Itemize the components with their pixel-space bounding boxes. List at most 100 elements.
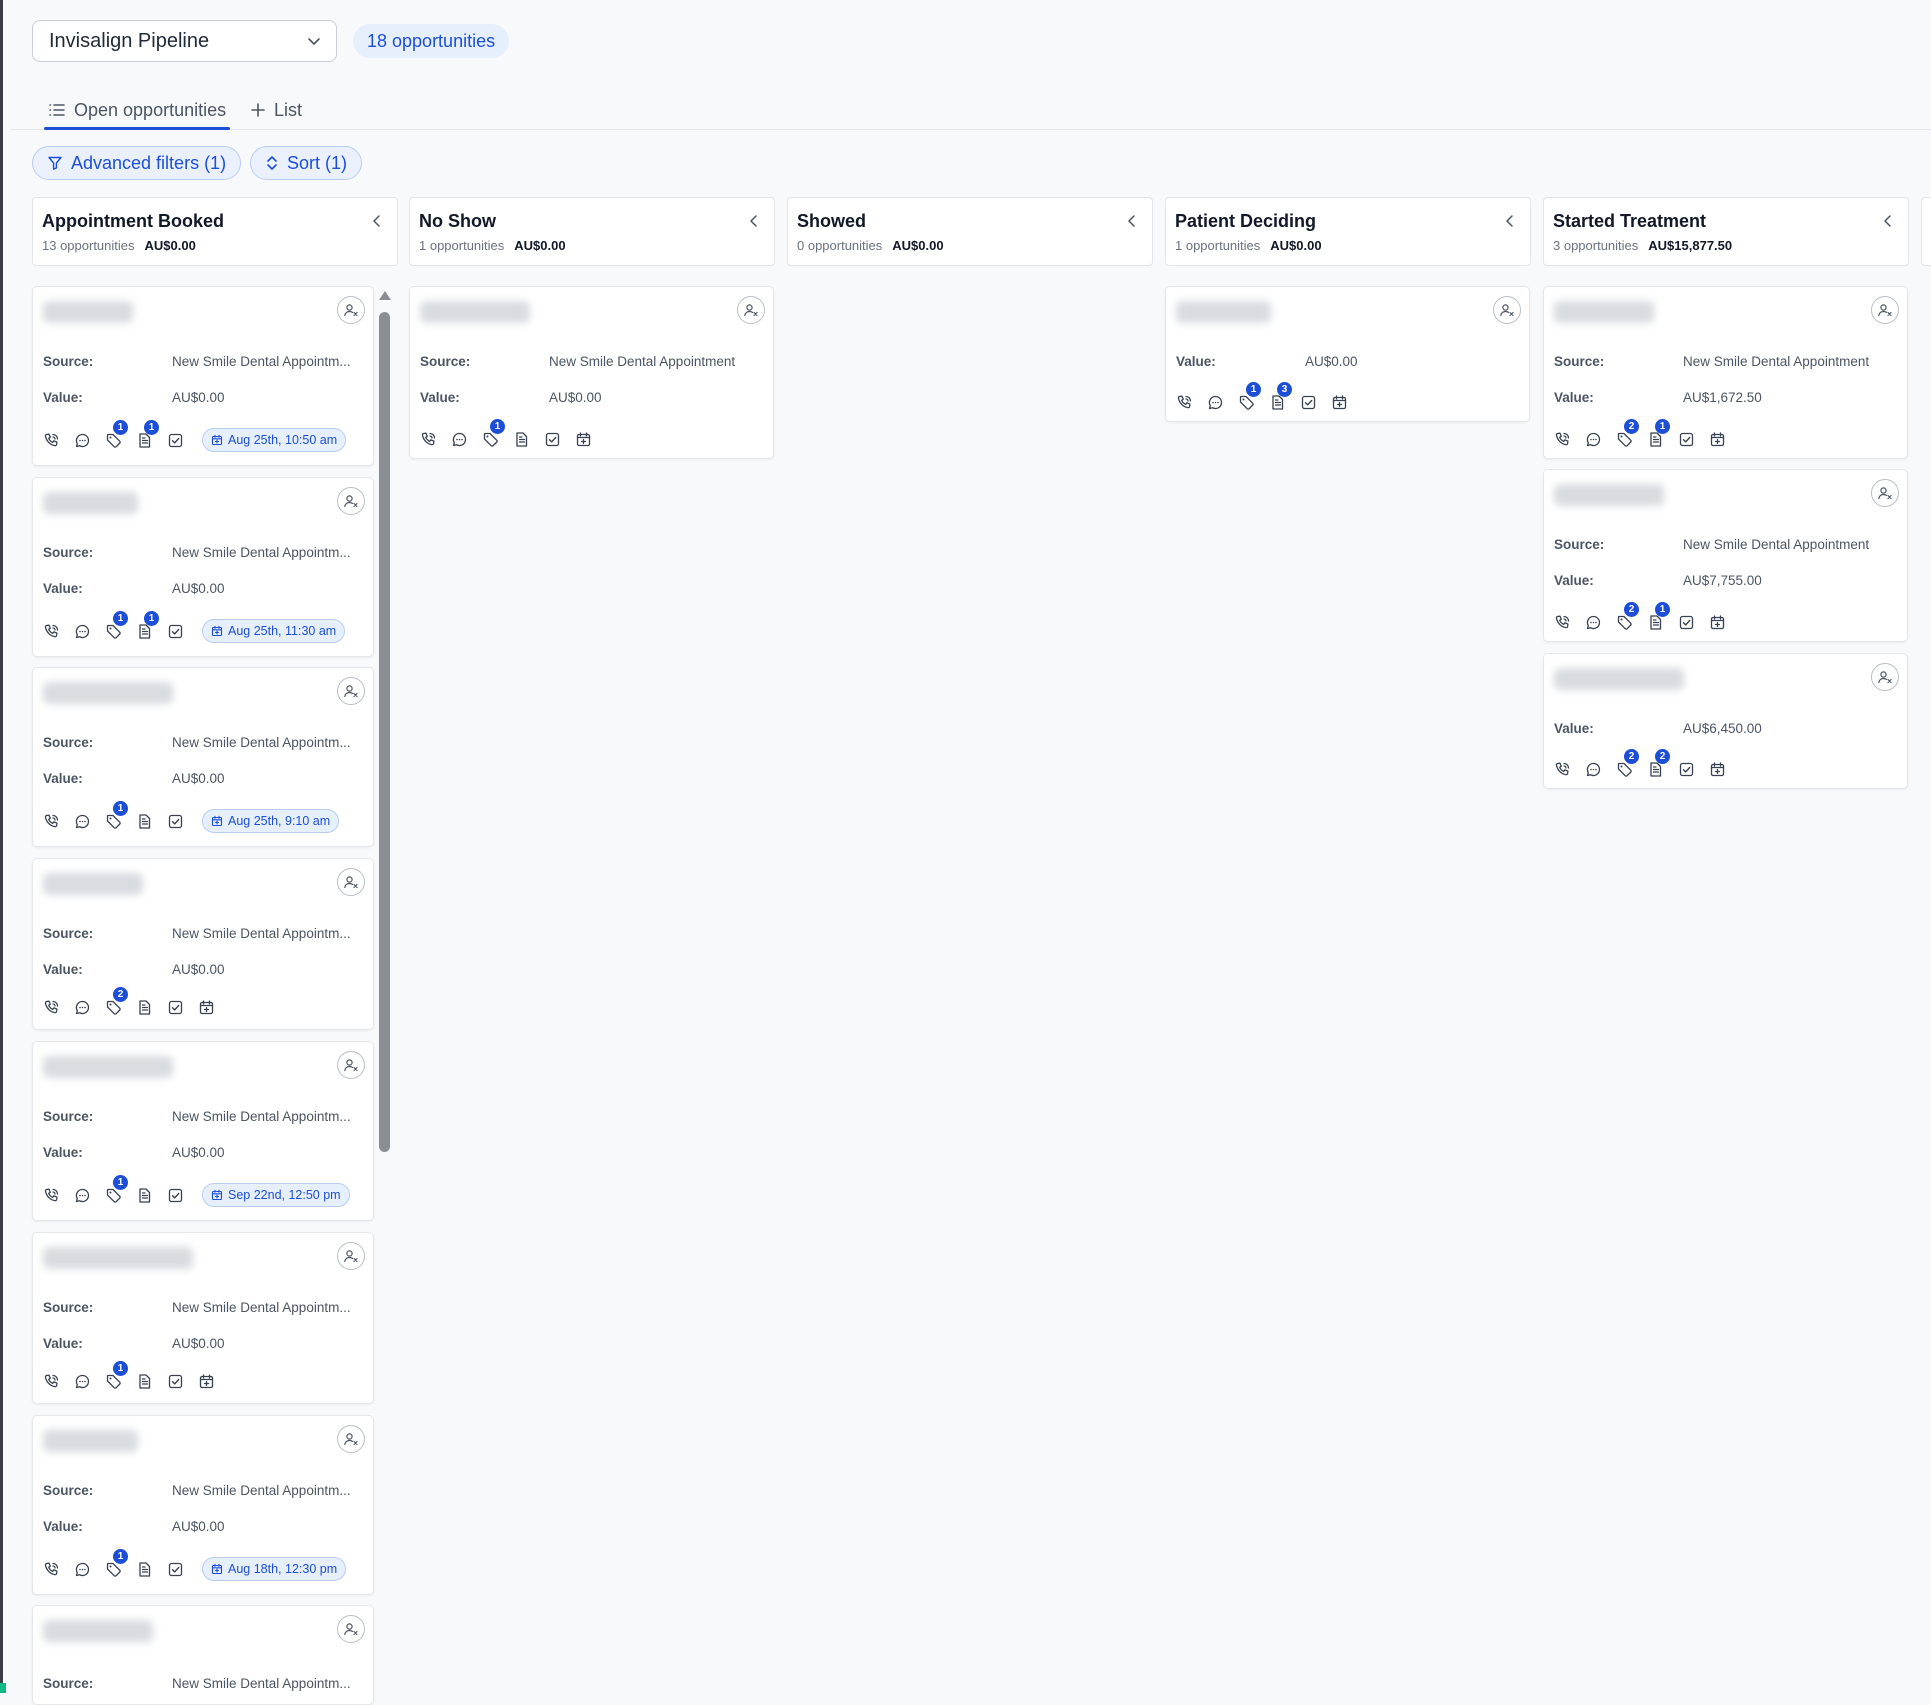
contact-name-redacted[interactable] [1554,668,1684,690]
note-icon[interactable]: 1 [1647,419,1678,450]
opportunity-card[interactable]: Source: New Smile Dental Appointm... Value… [32,1415,374,1595]
contact-name-redacted[interactable] [1554,301,1654,323]
chat-icon[interactable] [1585,611,1616,633]
contact-name-redacted[interactable] [420,301,530,323]
chevron-left-icon[interactable] [1504,214,1516,228]
task-icon[interactable] [167,1184,198,1206]
calendar-add-icon[interactable] [1709,611,1740,633]
sort-button[interactable]: Sort (1) [250,146,363,180]
opportunity-card[interactable]: Source: New Smile Dental Appointment Value… [1543,469,1908,642]
phone-icon[interactable] [43,996,74,1018]
contact-name-redacted[interactable] [43,492,138,514]
assign-user-button[interactable] [737,296,765,324]
assign-user-button[interactable] [337,487,365,515]
tag-icon[interactable]: 1 [1238,382,1269,413]
contact-name-redacted[interactable] [43,1620,153,1642]
contact-name-redacted[interactable] [43,301,133,323]
calendar-add-icon[interactable] [198,996,229,1018]
opportunity-card[interactable]: Source: New Smile Dental Appointm... Value… [32,1232,374,1404]
opportunity-card[interactable]: Source: New Smile Dental Appointm... [32,1605,374,1705]
contact-name-redacted[interactable] [1554,484,1664,506]
chat-icon[interactable] [1585,758,1616,780]
assign-user-button[interactable] [337,677,365,705]
phone-icon[interactable] [1554,611,1585,633]
phone-icon[interactable] [43,810,74,832]
task-icon[interactable] [1678,428,1709,450]
note-icon[interactable]: 3 [1269,382,1300,413]
calendar-add-icon[interactable] [1709,428,1740,450]
assign-user-button[interactable] [1871,663,1899,691]
contact-name-redacted[interactable] [43,682,173,704]
opportunity-card[interactable]: Source: New Smile Dental Appointm... Value… [32,667,374,847]
chat-icon[interactable] [74,810,105,832]
appointment-badge[interactable]: Aug 18th, 12:30 pm [202,1557,347,1581]
note-icon[interactable] [513,428,544,450]
pipeline-select[interactable]: Invisalign Pipeline [32,20,337,62]
task-icon[interactable] [167,810,198,832]
chat-icon[interactable] [74,429,105,451]
opportunity-card[interactable]: Value: AU$0.00 1 3 [1165,286,1530,422]
phone-icon[interactable] [420,428,451,450]
appointment-badge[interactable]: Aug 25th, 11:30 am [202,619,346,643]
chat-icon[interactable] [74,1184,105,1206]
opportunity-card[interactable]: Source: New Smile Dental Appointm... Value… [32,477,374,657]
tab-open-opportunities[interactable]: Open opportunities [44,90,231,130]
chat-icon[interactable] [451,428,482,450]
chat-icon[interactable] [74,620,105,642]
note-icon[interactable] [136,1558,167,1580]
task-icon[interactable] [167,429,198,451]
chevron-left-icon[interactable] [1882,214,1894,228]
tag-icon[interactable]: 1 [482,419,513,450]
appointment-badge[interactable]: Sep 22nd, 12:50 pm [202,1183,350,1207]
contact-name-redacted[interactable] [43,873,143,895]
chevron-left-icon[interactable] [1126,214,1138,228]
phone-icon[interactable] [1554,758,1585,780]
chat-icon[interactable] [74,1558,105,1580]
appointment-badge[interactable]: Aug 25th, 9:10 am [202,809,340,833]
contact-name-redacted[interactable] [43,1430,138,1452]
calendar-add-icon[interactable] [198,1370,229,1392]
assign-user-button[interactable] [1871,296,1899,324]
opportunity-card[interactable]: Source: New Smile Dental Appointm... Value… [32,858,374,1030]
opportunity-card[interactable]: Source: New Smile Dental Appointm... Value… [32,1041,374,1221]
tag-icon[interactable]: 2 [105,987,136,1018]
opportunity-card[interactable]: Value: AU$6,450.00 2 2 [1543,653,1908,789]
chat-icon[interactable] [74,1370,105,1392]
scroll-thumb[interactable] [379,312,390,1152]
task-icon[interactable] [167,996,198,1018]
task-icon[interactable] [167,1558,198,1580]
phone-icon[interactable] [43,1370,74,1392]
task-icon[interactable] [167,620,198,642]
assign-user-button[interactable] [337,1242,365,1270]
calendar-add-icon[interactable] [1709,758,1740,780]
note-icon[interactable] [136,996,167,1018]
scroll-up-arrow[interactable] [379,291,391,300]
chevron-left-icon[interactable] [371,214,383,228]
contact-name-redacted[interactable] [43,1056,173,1078]
advanced-filters-button[interactable]: Advanced filters (1) [32,146,242,180]
chat-icon[interactable] [1207,391,1238,413]
tab-add-list[interactable]: List [250,90,302,130]
tag-icon[interactable]: 1 [105,1175,136,1206]
tag-icon[interactable]: 1 [105,801,136,832]
opportunity-card[interactable]: Source: New Smile Dental Appointment Value… [409,286,774,459]
task-icon[interactable] [544,428,575,450]
phone-icon[interactable] [43,620,74,642]
note-icon[interactable] [136,1184,167,1206]
phone-icon[interactable] [43,1184,74,1206]
task-icon[interactable] [167,1370,198,1392]
phone-icon[interactable] [43,429,74,451]
assign-user-button[interactable] [337,1425,365,1453]
note-icon[interactable]: 2 [1647,749,1678,780]
task-icon[interactable] [1300,391,1331,413]
assign-user-button[interactable] [337,296,365,324]
calendar-add-icon[interactable] [1331,391,1362,413]
note-icon[interactable] [136,810,167,832]
phone-icon[interactable] [1176,391,1207,413]
chat-icon[interactable] [74,996,105,1018]
assign-user-button[interactable] [337,1615,365,1643]
task-icon[interactable] [1678,611,1709,633]
tag-icon[interactable]: 2 [1616,602,1647,633]
tag-icon[interactable]: 1 [105,1361,136,1392]
phone-icon[interactable] [1554,428,1585,450]
